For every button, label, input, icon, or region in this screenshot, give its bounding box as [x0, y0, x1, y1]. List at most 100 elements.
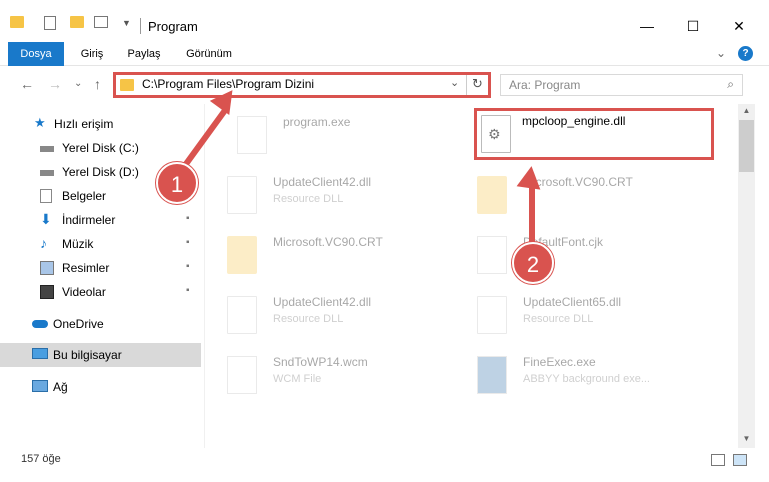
sidebar-item-network[interactable]: Ağ — [0, 375, 201, 399]
sidebar-item-quick-access[interactable]: ★ Hızlı erişim — [0, 112, 201, 136]
new-folder-icon[interactable] — [70, 16, 84, 28]
dll-file-icon — [477, 296, 507, 334]
list-item[interactable]: Microsoft.VC90.CRT — [455, 168, 695, 220]
list-item[interactable]: SndToWP14.wcm WCM File — [205, 348, 445, 400]
sidebar-item-label: Bu bilgisayar — [53, 348, 122, 362]
videos-icon — [40, 285, 54, 299]
address-bar[interactable]: C:\Program Files\Program Dizini ⌄ ↻ — [113, 72, 491, 98]
scroll-down-icon[interactable]: ▼ — [738, 434, 755, 448]
list-item[interactable]: UpdateClient65.dll Resource DLL — [455, 288, 695, 340]
cloud-icon — [32, 320, 48, 328]
ribbon-collapse-icon[interactable]: ⌄ — [716, 46, 726, 60]
sidebar-item-label: İndirmeler — [62, 213, 116, 227]
folder-icon — [227, 236, 257, 274]
ribbon-tabs: Dosya Giriş Paylaş Görünüm ⌄ — [0, 42, 769, 66]
properties-icon[interactable] — [44, 16, 56, 30]
pin-icon: ▪ — [186, 285, 190, 296]
sidebar-item-this-pc[interactable]: Bu bilgisayar — [0, 343, 201, 367]
navigation-pane: ★ Hızlı erişim Yerel Disk (C:) Yerel Dis… — [0, 104, 205, 448]
minimize-button[interactable]: — — [624, 12, 670, 40]
gear-icon: ⚙ — [488, 126, 501, 142]
document-icon — [477, 236, 507, 274]
file-name: UpdateClient42.dll — [273, 175, 372, 189]
list-item[interactable]: program.exe — [215, 108, 455, 160]
application-icon — [477, 356, 507, 394]
item-count: 157 öğe — [21, 453, 61, 465]
sidebar-item-videos[interactable]: Videolar ▪ — [0, 280, 201, 304]
documents-icon — [40, 189, 52, 203]
dll-file-icon — [227, 176, 257, 214]
file-type: WCM File — [273, 373, 322, 385]
pin-icon: ▪ — [186, 261, 190, 272]
details-view-icon[interactable] — [711, 454, 725, 466]
search-placeholder[interactable]: Ara: Program — [509, 78, 580, 92]
sidebar-item-label: Ağ — [53, 380, 68, 394]
tab-view[interactable]: Görünüm — [178, 42, 240, 66]
dll-file-icon: ⚙ — [481, 115, 511, 153]
address-separator — [466, 75, 467, 95]
refresh-icon[interactable]: ↻ — [472, 76, 483, 92]
sidebar-item-label: Yerel Disk (C:) — [62, 141, 139, 155]
tab-file[interactable]: Dosya — [8, 42, 64, 66]
sidebar-item-label: OneDrive — [53, 317, 104, 331]
sidebar-item-pictures[interactable]: Resimler ▪ — [0, 256, 201, 280]
tab-home[interactable]: Giriş — [70, 42, 114, 66]
folder-icon — [120, 79, 134, 91]
file-name: FineExec.exe — [523, 355, 596, 369]
recent-locations-icon[interactable]: ⌄ — [74, 78, 82, 89]
list-item[interactable]: DefaultFont.cjk Binary — [455, 228, 695, 280]
scroll-up-icon[interactable]: ▲ — [738, 106, 755, 120]
list-item[interactable]: Microsoft.VC90.CRT — [205, 228, 445, 280]
close-button[interactable]: ✕ — [716, 12, 762, 40]
pictures-icon — [40, 261, 54, 275]
folder-icon — [477, 176, 507, 214]
help-icon[interactable]: ? — [738, 46, 753, 61]
file-type: Resource DLL — [273, 193, 344, 205]
maximize-button[interactable]: ☐ — [670, 12, 716, 40]
annotation-arrowhead-2 — [516, 164, 544, 190]
sidebar-item-downloads[interactable]: ⬇ İndirmeler ▪ — [0, 208, 201, 232]
sidebar-item-label: Yerel Disk (D:) — [62, 165, 139, 179]
sidebar-item-label: Videolar — [62, 285, 106, 299]
sidebar-item-onedrive[interactable]: OneDrive — [0, 312, 201, 336]
dll-file-icon — [227, 296, 257, 334]
scroll-thumb[interactable] — [739, 120, 754, 172]
search-box[interactable]: Ara: Program ⌕ — [500, 74, 743, 96]
network-icon — [32, 380, 48, 392]
window-title: Program — [148, 19, 198, 34]
back-button[interactable]: ← — [20, 76, 34, 92]
up-button[interactable]: ↑ — [94, 76, 101, 92]
status-bar: 157 öğe — [0, 448, 769, 472]
forward-button[interactable]: → — [48, 76, 62, 92]
vertical-scrollbar[interactable]: ▲ ▼ — [738, 104, 755, 448]
computer-icon — [32, 348, 48, 359]
view-options-icon[interactable] — [94, 16, 108, 28]
address-dropdown-icon[interactable]: ⌄ — [450, 76, 459, 89]
file-list: program.exe UpdateClient42.dll Resource … — [205, 104, 738, 448]
list-item[interactable]: FineExec.exe ABBYY background exe... — [455, 348, 695, 400]
title-separator — [140, 18, 141, 34]
file-type: Resource DLL — [523, 313, 594, 325]
list-item[interactable]: UpdateClient42.dll Resource DLL — [205, 288, 445, 340]
large-icons-view-icon[interactable] — [733, 454, 747, 466]
title-bar: ▼ Program — ☐ ✕ — [0, 0, 769, 42]
customize-toolbar-icon[interactable]: ▼ — [122, 18, 131, 28]
file-name: UpdateClient42.dll — [273, 295, 372, 309]
sidebar-item-disk-c[interactable]: Yerel Disk (C:) — [0, 136, 201, 160]
file-name: SndToWP14.wcm — [273, 355, 368, 369]
application-icon — [237, 116, 267, 154]
drive-icon — [40, 170, 54, 176]
folder-icon[interactable] — [10, 16, 24, 28]
search-icon[interactable]: ⌕ — [727, 77, 734, 92]
step-badge-2: 2 — [512, 242, 554, 284]
file-type: Resource DLL — [273, 313, 344, 325]
selected-file-item[interactable]: ⚙ mpcloop_engine.dll — [474, 108, 714, 160]
pin-icon: ▪ — [186, 237, 190, 248]
file-name: UpdateClient65.dll — [523, 295, 622, 309]
pin-icon: ▪ — [186, 213, 190, 224]
list-item[interactable]: UpdateClient42.dll Resource DLL — [205, 168, 445, 220]
tab-share[interactable]: Paylaş — [120, 42, 168, 66]
sidebar-item-label: Müzik — [62, 237, 94, 251]
download-icon: ⬇ — [40, 211, 52, 227]
sidebar-item-music[interactable]: ♪ Müzik ▪ — [0, 232, 201, 256]
